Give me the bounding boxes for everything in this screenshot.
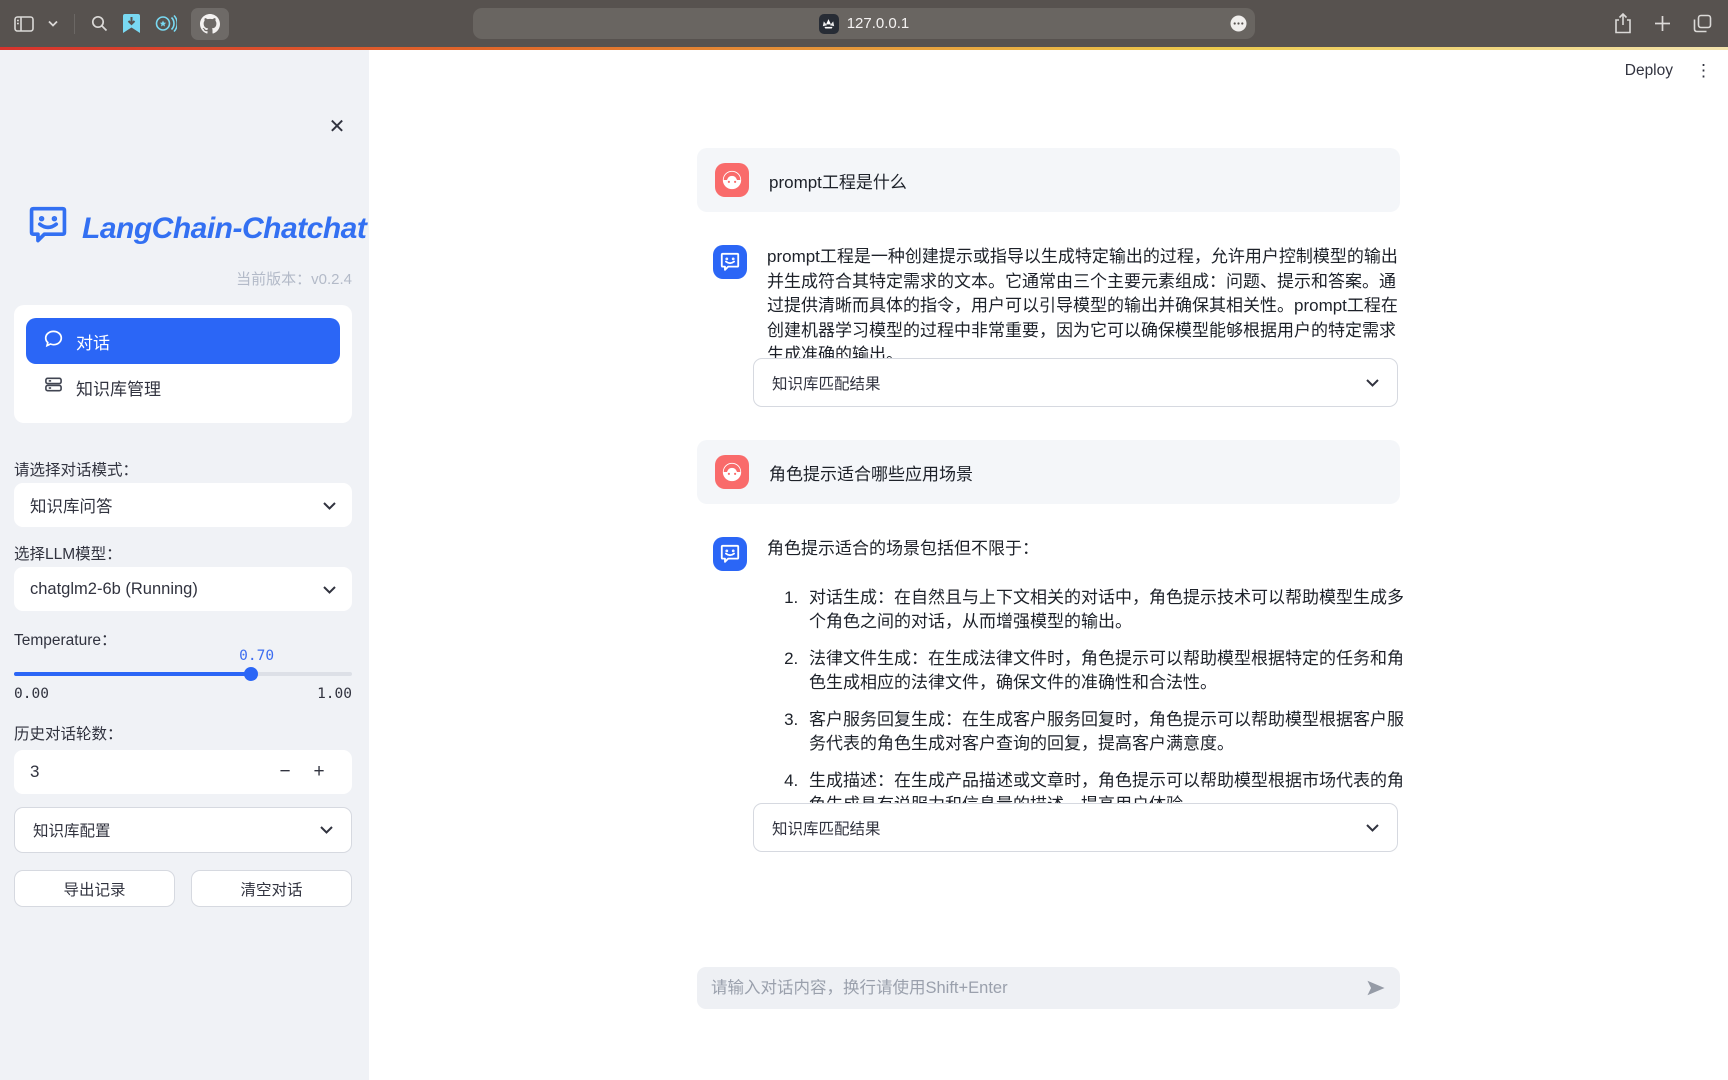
assistant-message: prompt工程是一种创建提示或指导以生成特定输出的过程，允许用户控制模型的输出…: [713, 245, 1412, 368]
version-label: 当前版本：v0.2.4: [236, 268, 352, 289]
github-icon: [200, 14, 220, 34]
assistant-message-intro: 角色提示适合的场景包括但不限于：: [767, 539, 1039, 558]
temperature-value: 0.70: [233, 648, 281, 664]
address-bar[interactable]: 127.0.0.1: [473, 8, 1255, 39]
new-tab-icon[interactable]: [1654, 15, 1671, 32]
history-rounds-value: 3: [30, 762, 268, 782]
temperature-min: 0.00: [14, 686, 49, 702]
nav-item-label: 对话: [76, 329, 110, 354]
app-logo: LangChain-Chatchat: [26, 205, 366, 252]
app-title: LangChain-Chatchat: [82, 212, 366, 246]
nav-item-knowledge-base[interactable]: 知识库管理: [26, 364, 340, 410]
llm-model-label: 选择LLM模型：: [14, 542, 122, 564]
main-area: Deploy ⋮ prompt工程是什么 prompt工程是一种创建提示或指导以…: [369, 50, 1728, 1080]
temperature-label: Temperature：: [14, 628, 117, 650]
assistant-avatar: [713, 537, 747, 571]
slider-fill: [14, 672, 251, 676]
kb-match-label: 知识库匹配结果: [772, 372, 881, 394]
nav-item-dialogue[interactable]: 对话: [26, 318, 340, 364]
chevron-down-icon[interactable]: [48, 20, 58, 27]
deploy-button[interactable]: Deploy: [1625, 62, 1673, 80]
list-item: 客户服务回复生成：在生成客户服务回复时，角色提示可以帮助模型根据客户服务代表的角…: [803, 708, 1412, 757]
assistant-message-text: 角色提示适合的场景包括但不限于： 对话生成：在自然且与上下文相关的对话中，角色提…: [767, 537, 1412, 830]
kb-match-label: 知识库匹配结果: [772, 817, 881, 839]
url-text: 127.0.0.1: [847, 15, 910, 32]
chevron-down-icon: [323, 496, 336, 515]
logo-chat-bubble-icon: [26, 205, 70, 252]
search-icon[interactable]: [91, 15, 108, 32]
list-item: 法律文件生成：在生成法律文件时，角色提示可以帮助模型根据特定的任务和角色生成相应…: [803, 647, 1412, 696]
increment-button[interactable]: +: [302, 761, 336, 783]
nav-menu: 对话 知识库管理: [14, 305, 352, 423]
chevron-down-icon: [320, 821, 333, 839]
slider-thumb[interactable]: [244, 667, 258, 681]
toolbar-divider: [74, 14, 75, 34]
close-sidebar-icon[interactable]: ✕: [323, 112, 351, 140]
list-item: 对话生成：在自然且与上下文相关的对话中，角色提示技术可以帮助模型生成多个角色之间…: [803, 586, 1412, 635]
tabs-overview-icon[interactable]: [1693, 14, 1712, 33]
nav-item-label: 知识库管理: [76, 375, 161, 400]
export-records-button[interactable]: 导出记录: [14, 870, 175, 907]
assistant-message: 角色提示适合的场景包括但不限于： 对话生成：在自然且与上下文相关的对话中，角色提…: [713, 537, 1412, 830]
active-tab-github[interactable]: [191, 8, 229, 40]
page-settings-icon[interactable]: [1230, 15, 1247, 32]
temperature-max: 1.00: [317, 686, 352, 702]
kb-config-label: 知识库配置: [33, 819, 111, 841]
chevron-down-icon: [1366, 374, 1379, 392]
kb-match-expander[interactable]: 知识库匹配结果: [753, 358, 1398, 407]
kebab-menu-icon[interactable]: ⋮: [1695, 66, 1712, 75]
kb-match-expander[interactable]: 知识库匹配结果: [753, 803, 1398, 852]
history-rounds-label: 历史对话轮数：: [14, 722, 123, 744]
kb-config-expander[interactable]: 知识库配置: [14, 807, 352, 853]
chevron-down-icon: [323, 580, 336, 599]
assistant-message-text: prompt工程是一种创建提示或指导以生成特定输出的过程，允许用户控制模型的输出…: [767, 245, 1412, 368]
chat-input[interactable]: [711, 979, 1366, 998]
sidebar-toggle-icon[interactable]: [14, 16, 34, 32]
user-message-text: 角色提示适合哪些应用场景: [769, 460, 973, 485]
database-icon: [44, 375, 63, 399]
browser-chrome: 127.0.0.1: [0, 0, 1728, 47]
scenario-list: 对话生成：在自然且与上下文相关的对话中，角色提示技术可以帮助模型生成多个角色之间…: [767, 586, 1412, 818]
llm-model-select[interactable]: chatglm2-6b (Running): [14, 567, 352, 611]
temperature-slider: 0.70 0.00 1.00: [14, 648, 352, 702]
history-rounds-input[interactable]: 3 − +: [14, 750, 352, 794]
clear-dialogue-button[interactable]: 清空对话: [191, 870, 352, 907]
user-message: 角色提示适合哪些应用场景: [697, 440, 1400, 504]
user-avatar: [715, 455, 749, 489]
chevron-down-icon: [1366, 819, 1379, 837]
pinned-tab-bookmark-icon[interactable]: [122, 13, 141, 34]
user-message: prompt工程是什么: [697, 148, 1400, 212]
share-icon[interactable]: [1614, 13, 1632, 34]
chat-bubble-icon: [44, 329, 63, 353]
assistant-avatar: [713, 245, 747, 279]
streamlit-favicon: [819, 14, 839, 34]
send-icon[interactable]: [1366, 979, 1386, 997]
llm-model-value: chatglm2-6b (Running): [30, 580, 198, 599]
pinned-tab-waves-icon[interactable]: [155, 14, 177, 33]
dialog-mode-label: 请选择对话模式：: [14, 458, 138, 480]
slider-track[interactable]: [14, 672, 352, 676]
sidebar: ✕ LangChain-Chatchat 当前版本：v0.2.4 对话: [0, 50, 369, 1080]
user-message-text: prompt工程是什么: [769, 168, 907, 193]
dialog-mode-select[interactable]: 知识库问答: [14, 483, 352, 527]
decrement-button[interactable]: −: [268, 761, 302, 783]
user-avatar: [715, 163, 749, 197]
chat-input-container: [697, 967, 1400, 1009]
dialog-mode-value: 知识库问答: [30, 493, 113, 517]
